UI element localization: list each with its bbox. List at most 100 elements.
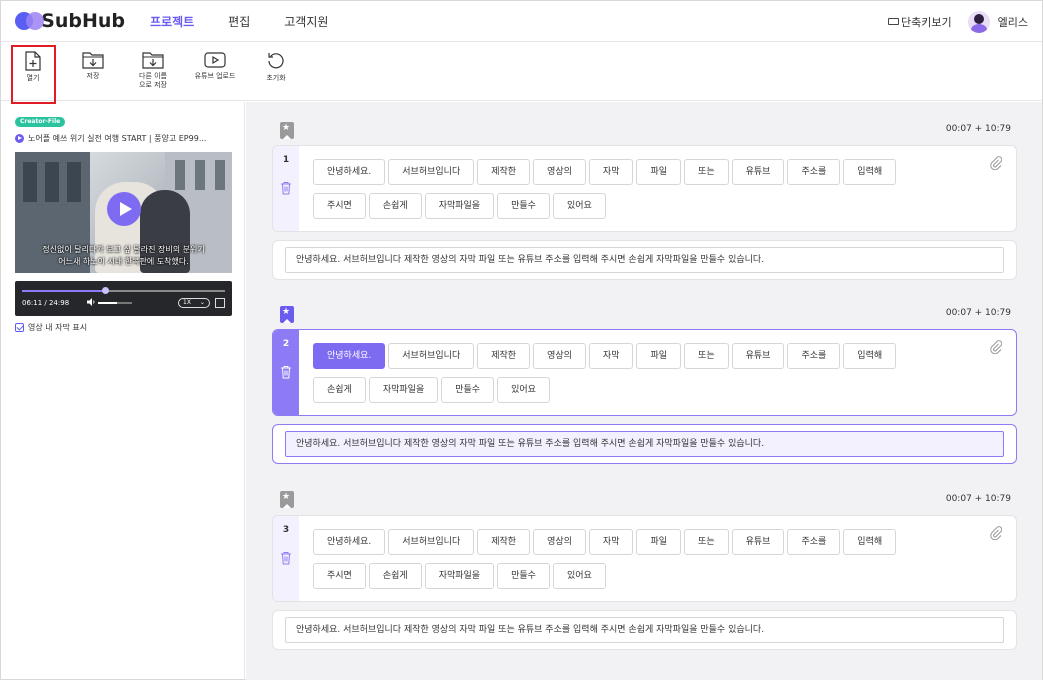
fullscreen-icon[interactable] bbox=[215, 298, 225, 308]
word-chip[interactable]: 유튜브 bbox=[731, 529, 785, 555]
word-chip[interactable]: 제작한 bbox=[477, 159, 531, 185]
word-chip[interactable]: 제작한 bbox=[477, 529, 531, 555]
seek-handle[interactable] bbox=[102, 287, 110, 294]
trash-icon[interactable] bbox=[280, 551, 292, 565]
word-chip[interactable]: 유튜브 bbox=[731, 343, 785, 369]
word-chip[interactable]: 유튜브 bbox=[731, 159, 785, 185]
segment-card-active[interactable]: 2 안녕하세요. 서브허브입니다 제작한 영상의 자막 파일 또는 유튜브 주소를 입력해 손쉽게 자… bbox=[272, 329, 1017, 416]
paperclip-icon[interactable] bbox=[990, 156, 1002, 170]
word-chip[interactable]: 안녕하세요. bbox=[313, 529, 386, 555]
word-chip[interactable]: 주소를 bbox=[787, 343, 841, 369]
word-chip[interactable]: 또는 bbox=[684, 343, 729, 369]
word-chip[interactable]: 자막파일을 bbox=[424, 193, 495, 219]
word-chip[interactable]: 만들수 bbox=[497, 563, 550, 589]
word-chip[interactable]: 파일 bbox=[636, 529, 682, 555]
video-subtitle-line-1: 정신없이 달리다가 보고 싶 달라진 장비의 분위기 bbox=[42, 245, 205, 254]
word-chip[interactable]: 또는 bbox=[684, 529, 729, 555]
segment-card[interactable]: 3 안녕하세요. 서브허브입니다 제작한 영상의 자막 파일 또는 유튜브 주소를 입력해주시면 손… bbox=[272, 515, 1017, 602]
creator-file-badge: Creator-File bbox=[15, 117, 66, 127]
speed-select[interactable]: 1X ⌄ bbox=[178, 298, 210, 308]
segment-text-input[interactable]: 안녕하세요. 서브허브입니다 제작한 영상의 자막 파일 또는 유튜브 주소를 … bbox=[285, 431, 1004, 457]
word-chip[interactable]: 서브허브입니다 bbox=[388, 159, 475, 185]
word-chip[interactable]: 손쉽게 bbox=[368, 563, 422, 589]
segment-number: 3 bbox=[282, 525, 290, 535]
word-chip[interactable]: 자막 bbox=[588, 343, 634, 369]
word-chip[interactable]: 제작한 bbox=[477, 343, 531, 369]
toolbar: 열기 저장 다른 이름 으로 저장 유튜브 업로드 초기화 bbox=[1, 43, 1042, 101]
word-chip[interactable]: 만들수 bbox=[497, 193, 550, 219]
paperclip-icon[interactable] bbox=[990, 340, 1002, 354]
bookmark-icon[interactable] bbox=[280, 122, 294, 139]
segment-text-box: 안녕하세요. 서브허브입니다 제작한 영상의 자막 파일 또는 유튜브 주소를 … bbox=[272, 610, 1017, 650]
video-controls: 06:11 / 24:98 1X ⌄ bbox=[15, 281, 232, 316]
word-chips: 안녕하세요. 서브허브입니다 제작한 영상의 자막 파일 또는 유튜브 주소를 입력해손쉽게 자막파… bbox=[313, 343, 953, 411]
volume-icon[interactable] bbox=[87, 298, 97, 306]
word-chip[interactable]: 주소를 bbox=[787, 529, 841, 555]
word-chip[interactable]: 있어요 bbox=[552, 563, 606, 589]
top-bar: SubHub 프로젝트 편집 고객지원 단축키보기 엘리스 bbox=[1, 1, 1042, 42]
word-chip[interactable]: 주소를 bbox=[787, 159, 841, 185]
segment-number: 1 bbox=[282, 155, 290, 165]
word-chip[interactable]: 손쉽게 bbox=[368, 193, 422, 219]
nav-item-edit[interactable]: 편집 bbox=[228, 13, 250, 30]
word-chip[interactable]: 손쉽게 bbox=[313, 377, 366, 403]
video-player[interactable]: 정신없이 달리다가 보고 싶 달라진 장비의 분위기 어느새 하노이 시내 한복… bbox=[15, 152, 232, 273]
youtube-upload-button[interactable]: 유튜브 업로드 bbox=[185, 43, 245, 101]
word-chip-selected[interactable]: 안녕하세요. bbox=[313, 343, 386, 369]
trash-icon[interactable] bbox=[280, 181, 292, 195]
word-chip[interactable]: 주시면 bbox=[313, 193, 366, 219]
save-button[interactable]: 저장 bbox=[63, 43, 123, 101]
word-chip[interactable]: 입력해 bbox=[843, 159, 897, 185]
segment-text-input[interactable]: 안녕하세요. 서브허브입니다 제작한 영상의 자막 파일 또는 유튜브 주소를 … bbox=[285, 247, 1004, 273]
segment-text-input[interactable]: 안녕하세요. 서브허브입니다 제작한 영상의 자막 파일 또는 유튜브 주소를 … bbox=[285, 617, 1004, 643]
segment-time: 00:07 + 10:79 bbox=[945, 494, 1011, 504]
word-chip[interactable]: 주시면 bbox=[313, 563, 366, 589]
play-button[interactable] bbox=[107, 192, 141, 226]
reset-button[interactable]: 초기화 bbox=[246, 43, 306, 101]
word-chip[interactable]: 서브허브입니다 bbox=[388, 343, 475, 369]
word-chip[interactable]: 만들수 bbox=[441, 377, 495, 403]
save-as-button[interactable]: 다른 이름 으로 저장 bbox=[123, 43, 183, 101]
segment-time: 00:07 + 10:79 bbox=[945, 308, 1011, 318]
shortcut-button[interactable]: 단축키보기 bbox=[888, 14, 952, 30]
nav-item-project[interactable]: 프로젝트 bbox=[150, 13, 194, 30]
word-chip[interactable]: 자막 bbox=[588, 159, 634, 185]
logo[interactable]: SubHub bbox=[15, 10, 125, 32]
volume-slider[interactable] bbox=[98, 302, 132, 304]
word-chip[interactable]: 입력해 bbox=[843, 529, 897, 555]
user-name[interactable]: 엘리스 bbox=[998, 14, 1028, 30]
segment-time: 00:07 + 10:79 bbox=[945, 124, 1011, 134]
folder-download-icon bbox=[82, 52, 104, 69]
folder-save-as-icon bbox=[142, 52, 164, 69]
logo-text: SubHub bbox=[41, 10, 125, 32]
word-chip[interactable]: 서브허브입니다 bbox=[388, 529, 475, 555]
word-chip[interactable]: 영상의 bbox=[533, 529, 586, 555]
nav-item-support[interactable]: 고객지원 bbox=[284, 13, 328, 30]
word-chip[interactable]: 있어요 bbox=[552, 193, 606, 219]
word-chip[interactable]: 또는 bbox=[684, 159, 729, 185]
reset-icon bbox=[268, 53, 284, 69]
word-chip[interactable]: 입력해 bbox=[843, 343, 897, 369]
youtube-upload-label: 유튜브 업로드 bbox=[194, 72, 236, 80]
youtube-upload-icon bbox=[204, 52, 226, 68]
show-subtitles-toggle[interactable]: 영상 내 자막 표시 bbox=[15, 322, 87, 333]
checkbox[interactable] bbox=[15, 323, 24, 332]
avatar[interactable] bbox=[967, 10, 990, 33]
bookmark-icon[interactable] bbox=[280, 306, 294, 323]
word-chip[interactable]: 영상의 bbox=[533, 159, 586, 185]
word-chip[interactable]: 자막 bbox=[588, 529, 634, 555]
word-chip[interactable]: 있어요 bbox=[497, 377, 550, 403]
word-chip[interactable]: 파일 bbox=[636, 343, 682, 369]
video-title[interactable]: 노어플 예쓰 위기 실전 여행 START | 풍양고 EP99... bbox=[15, 133, 235, 144]
trash-icon[interactable] bbox=[280, 365, 292, 379]
word-chip[interactable]: 파일 bbox=[636, 159, 682, 185]
word-chip[interactable]: 자막파일을 bbox=[368, 377, 439, 403]
word-chip[interactable]: 안녕하세요. bbox=[313, 159, 386, 185]
segment-text-box-active: 안녕하세요. 서브허브입니다 제작한 영상의 자막 파일 또는 유튜브 주소를 … bbox=[272, 424, 1017, 464]
word-chip[interactable]: 영상의 bbox=[533, 343, 586, 369]
seek-bar[interactable] bbox=[22, 287, 225, 294]
bookmark-icon[interactable] bbox=[280, 491, 294, 508]
segment-card[interactable]: 1 안녕하세요. 서브허브입니다 제작한 영상의 자막 파일 또는 유튜브 주소를 입력해주시면 손… bbox=[272, 145, 1017, 232]
paperclip-icon[interactable] bbox=[990, 526, 1002, 540]
word-chip[interactable]: 자막파일을 bbox=[424, 563, 495, 589]
